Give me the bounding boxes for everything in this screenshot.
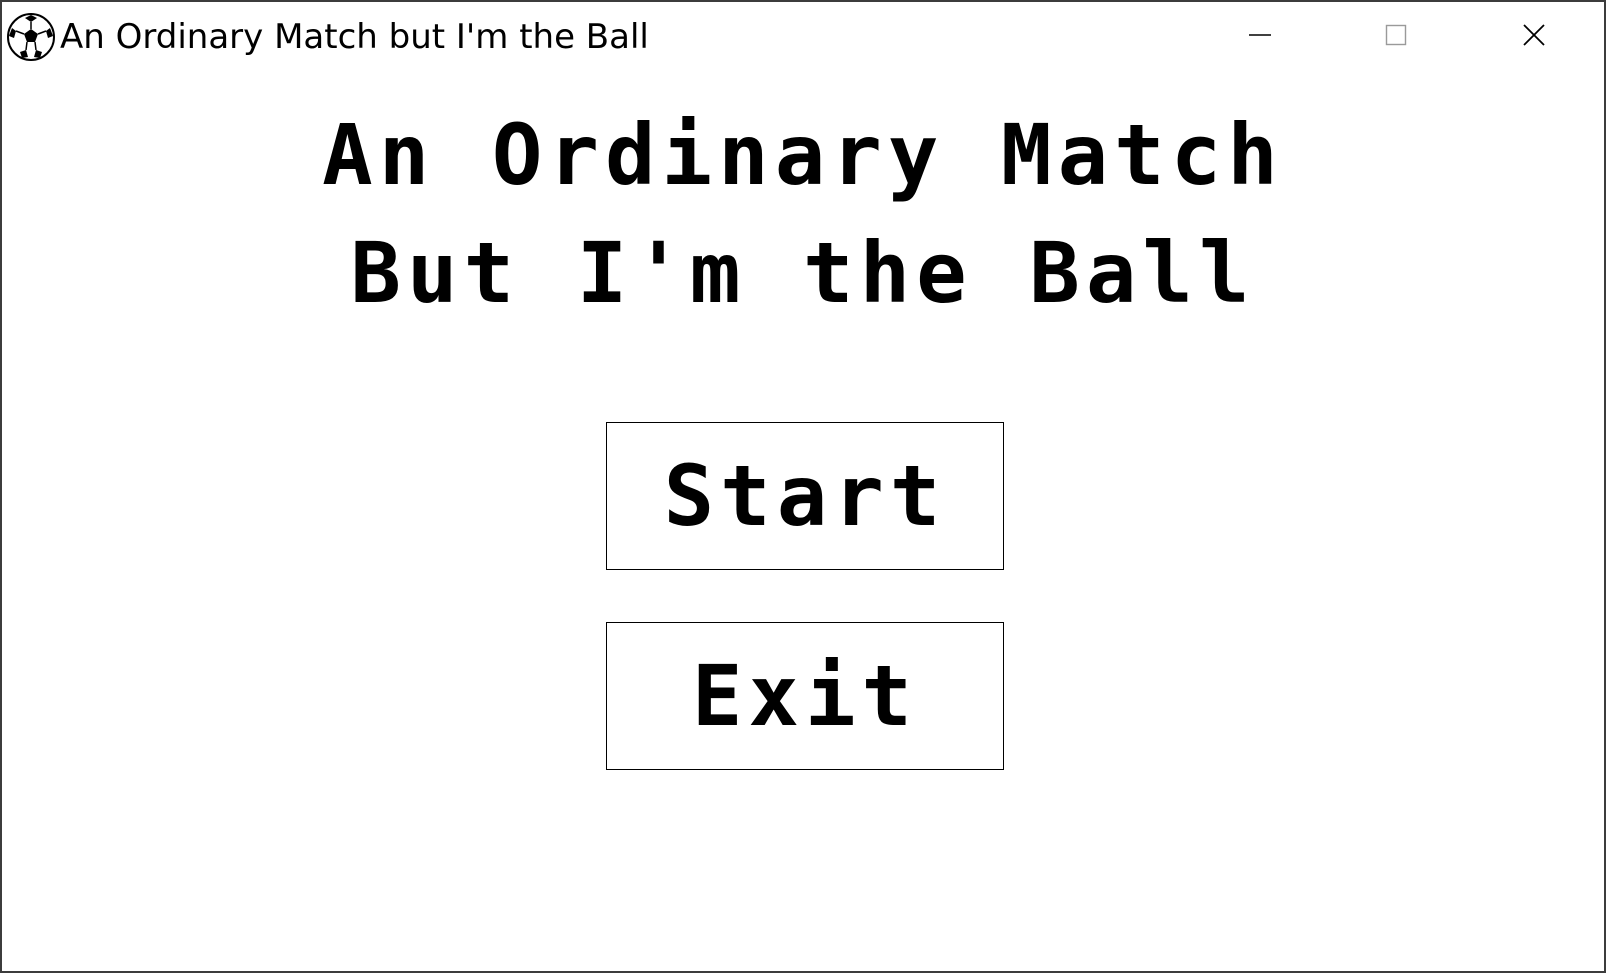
game-window: An Ordinary Match but I'm the Ball An Or… xyxy=(0,0,1606,973)
title-bar[interactable]: An Ordinary Match but I'm the Ball xyxy=(2,2,1604,72)
start-button[interactable]: Start xyxy=(606,422,1004,570)
exit-button-label: Exit xyxy=(691,647,919,745)
close-icon xyxy=(1522,23,1546,52)
start-button-label: Start xyxy=(663,447,947,545)
maximize-button[interactable] xyxy=(1328,2,1464,72)
close-button[interactable] xyxy=(1466,2,1602,72)
game-title-line1: An Ordinary Match xyxy=(322,106,1284,204)
maximize-icon xyxy=(1384,23,1408,52)
window-title: An Ordinary Match but I'm the Ball xyxy=(60,17,649,57)
exit-button[interactable]: Exit xyxy=(606,622,1004,770)
game-title-line2: But I'm the Ball xyxy=(350,224,1256,322)
minimize-button[interactable] xyxy=(1192,2,1328,72)
minimize-icon xyxy=(1248,23,1272,52)
soccer-ball-icon xyxy=(6,12,56,62)
